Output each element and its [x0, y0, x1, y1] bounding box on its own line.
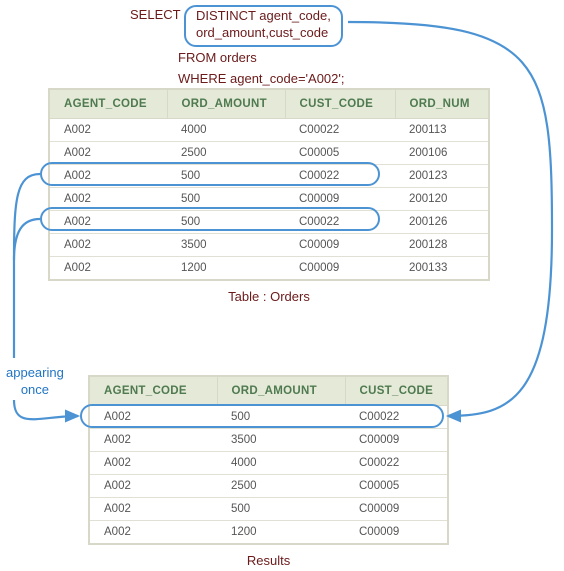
table-cell: A002	[49, 165, 167, 188]
table-row: A0023500C00009200128	[49, 234, 489, 257]
table-cell: C00022	[285, 165, 395, 188]
results-caption: Results	[88, 553, 449, 568]
table-cell: 3500	[217, 429, 345, 452]
arrow-orders-to-once-1	[14, 174, 40, 260]
sql-where-line: WHERE agent_code='A002';	[178, 69, 344, 90]
table-cell: 3500	[167, 234, 285, 257]
table-cell: 200106	[395, 142, 489, 165]
table-row: A0024000C00022	[89, 452, 448, 475]
table-cell: A002	[89, 452, 217, 475]
table-cell: C00009	[345, 521, 448, 545]
table-row: A002500C00022200123	[49, 165, 489, 188]
distinct-line1: DISTINCT agent_code,	[196, 8, 331, 23]
table-cell: C00009	[345, 498, 448, 521]
table-cell: C00009	[345, 429, 448, 452]
table-cell: C00022	[285, 119, 395, 142]
arrow-orders-to-once-2	[14, 219, 40, 260]
column-header: AGENT_CODE	[89, 376, 217, 406]
select-keyword: SELECT	[130, 7, 180, 22]
column-header: CUST_CODE	[285, 89, 395, 119]
table-cell: C00005	[345, 475, 448, 498]
table-row: A002500C00009200120	[49, 188, 489, 211]
table-cell: C00005	[285, 142, 395, 165]
table-cell: A002	[49, 234, 167, 257]
table-cell: 1200	[167, 257, 285, 281]
orders-table: AGENT_CODEORD_AMOUNTCUST_CODEORD_NUM A00…	[48, 88, 490, 281]
column-header: ORD_AMOUNT	[217, 376, 345, 406]
table-cell: C00022	[285, 211, 395, 234]
table-cell: 500	[167, 165, 285, 188]
orders-caption: Table : Orders	[48, 289, 490, 304]
table-row: A0024000C00022200113	[49, 119, 489, 142]
table-cell: 200126	[395, 211, 489, 234]
table-cell: C00022	[345, 406, 448, 429]
table-cell: 200128	[395, 234, 489, 257]
table-cell: 200133	[395, 257, 489, 281]
table-cell: A002	[89, 475, 217, 498]
table-cell: A002	[89, 406, 217, 429]
table-cell: 2500	[217, 475, 345, 498]
sql-select-line: SELECT DISTINCT agent_code, ord_amount,c…	[130, 5, 344, 47]
table-cell: A002	[49, 211, 167, 234]
distinct-column-list: DISTINCT agent_code, ord_amount,cust_cod…	[184, 5, 343, 47]
table-cell: C00009	[285, 234, 395, 257]
table-row: A0021200C00009200133	[49, 257, 489, 281]
sql-query: SELECT DISTINCT agent_code, ord_amount,c…	[130, 5, 344, 89]
table-row: A0023500C00009	[89, 429, 448, 452]
table-row: A002500C00022200126	[49, 211, 489, 234]
table-cell: 1200	[217, 521, 345, 545]
table-cell: A002	[89, 429, 217, 452]
table-row: A0021200C00009	[89, 521, 448, 545]
table-row: A002500C00009	[89, 498, 448, 521]
orders-table-container: AGENT_CODEORD_AMOUNTCUST_CODEORD_NUM A00…	[48, 88, 490, 304]
table-cell: 2500	[167, 142, 285, 165]
table-cell: A002	[49, 142, 167, 165]
table-cell: 200123	[395, 165, 489, 188]
appearing-once-label: appearing once	[6, 365, 64, 399]
column-header: ORD_AMOUNT	[167, 89, 285, 119]
table-row: A0022500C00005200106	[49, 142, 489, 165]
column-header: ORD_NUM	[395, 89, 489, 119]
distinct-line2: ord_amount,cust_code	[196, 25, 328, 40]
table-cell: 200120	[395, 188, 489, 211]
table-cell: 200113	[395, 119, 489, 142]
column-header: CUST_CODE	[345, 376, 448, 406]
table-cell: 4000	[217, 452, 345, 475]
table-cell: 500	[217, 498, 345, 521]
table-cell: A002	[49, 119, 167, 142]
table-cell: 500	[167, 211, 285, 234]
results-table-container: AGENT_CODEORD_AMOUNTCUST_CODE A002500C00…	[88, 375, 449, 568]
table-cell: C00009	[285, 188, 395, 211]
results-table: AGENT_CODEORD_AMOUNTCUST_CODE A002500C00…	[88, 375, 449, 545]
table-cell: C00022	[345, 452, 448, 475]
table-cell: A002	[89, 521, 217, 545]
table-cell: A002	[49, 188, 167, 211]
sql-from-line: FROM orders	[178, 48, 344, 69]
table-cell: A002	[49, 257, 167, 281]
table-cell: C00009	[285, 257, 395, 281]
column-header: AGENT_CODE	[49, 89, 167, 119]
table-cell: 4000	[167, 119, 285, 142]
table-cell: A002	[89, 498, 217, 521]
arrow-once-to-result	[14, 400, 78, 419]
table-cell: 500	[167, 188, 285, 211]
table-cell: 500	[217, 406, 345, 429]
appearing-once-text: appearing once	[6, 365, 64, 397]
table-row: A002500C00022	[89, 406, 448, 429]
table-row: A0022500C00005	[89, 475, 448, 498]
